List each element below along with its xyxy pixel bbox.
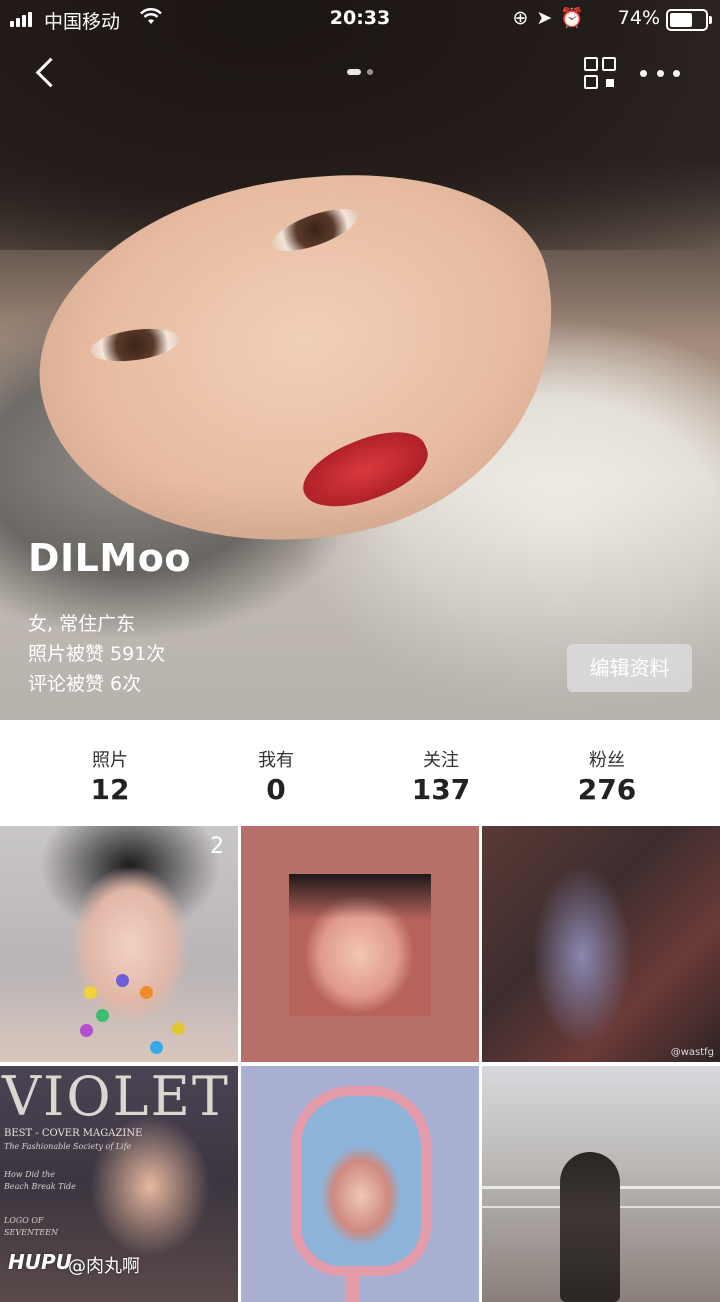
smiley-sticker [172, 1022, 185, 1035]
photo-tile[interactable] [241, 826, 479, 1062]
magazine-title: VIOLET [2, 1066, 230, 1128]
photo-tile[interactable]: @wastfg [482, 826, 720, 1062]
smiley-sticker [150, 1041, 163, 1054]
pager-dot [367, 69, 373, 75]
more-dot [673, 69, 680, 77]
stat-following[interactable]: 关注 137 [371, 720, 511, 826]
status-icons: ⊕➤⏰ [512, 6, 592, 29]
stat-value: 276 [577, 773, 637, 806]
stat-label: 关注 [423, 750, 459, 771]
qr-code-icon [584, 57, 598, 71]
stat-photos[interactable]: 照片 12 [40, 720, 180, 826]
battery-fill [670, 13, 692, 27]
magazine-line: LOGO OF [4, 1216, 44, 1225]
stat-label: 我有 [258, 750, 294, 771]
photo-tile[interactable]: 2 [0, 826, 238, 1062]
edit-profile-button[interactable]: 编辑资料 [567, 644, 692, 692]
photo-tile[interactable] [482, 1066, 720, 1302]
smiley-sticker [80, 1024, 93, 1037]
stat-followers[interactable]: 粉丝 276 [537, 720, 677, 826]
smiley-sticker [96, 1009, 109, 1022]
magazine-subtitle: BEST - COVER MAGAZINE [4, 1128, 143, 1139]
qr-code-button[interactable] [584, 57, 616, 89]
status-bar: 中国移动 20:33 ⊕➤⏰ 74% [0, 0, 720, 38]
status-time: 20:33 [329, 7, 391, 29]
battery-percent: 74% [617, 7, 660, 29]
photo-grid: 2 @wastfg VIOLET BEST - COVER MAGAZINE T… [0, 826, 720, 1302]
more-button[interactable] [640, 62, 680, 84]
profile-name: DILMoo [28, 536, 191, 580]
stat-value: 12 [90, 773, 130, 806]
photo-watermark: @wastfg [670, 1047, 714, 1058]
alarm-icon: ⏰ [560, 7, 592, 29]
mirror-frame [291, 1086, 431, 1276]
more-dot [656, 69, 664, 77]
smiley-sticker [140, 986, 153, 999]
qr-code-icon-part [584, 75, 598, 89]
hupu-logo: HUPU [8, 1250, 72, 1274]
profile-photo-likes: 照片被赞 591次 [28, 643, 166, 665]
orientation-lock-icon: ⊕ [512, 7, 537, 29]
magazine-line: SEVENTEEN [4, 1228, 58, 1237]
magazine-line: Beach Break Tide [4, 1182, 76, 1191]
stat-value: 0 [266, 773, 286, 806]
smiley-sticker [84, 986, 97, 999]
magazine-line: The Fashionable Society of Life [4, 1142, 132, 1151]
stat-label: 照片 [92, 750, 128, 771]
photo-tile[interactable] [241, 1066, 479, 1302]
battery-icon [666, 9, 712, 31]
framed-portrait [289, 874, 431, 1016]
profile-stats: 照片 12 我有 0 关注 137 粉丝 276 [0, 720, 720, 826]
location-icon: ➤ [536, 7, 561, 29]
stat-label: 粉丝 [589, 750, 625, 771]
stat-value: 137 [411, 773, 471, 806]
photo-count-badge: 2 [210, 834, 224, 859]
more-dots-icon [640, 69, 647, 77]
profile-comment-likes: 评论被赞 6次 [28, 673, 142, 695]
profile-gender-location: 女, 常住广东 [28, 613, 136, 635]
qr-code-icon-part [602, 57, 616, 71]
stat-owned[interactable]: 我有 0 [206, 720, 346, 826]
magazine-line: How Did the [4, 1170, 55, 1179]
qr-code-icon-part [606, 79, 614, 87]
watermark-username: @肉丸啊 [68, 1256, 140, 1277]
smiley-sticker [116, 974, 129, 987]
pager-dot-active [347, 69, 361, 75]
mirror-handle [345, 1271, 359, 1302]
